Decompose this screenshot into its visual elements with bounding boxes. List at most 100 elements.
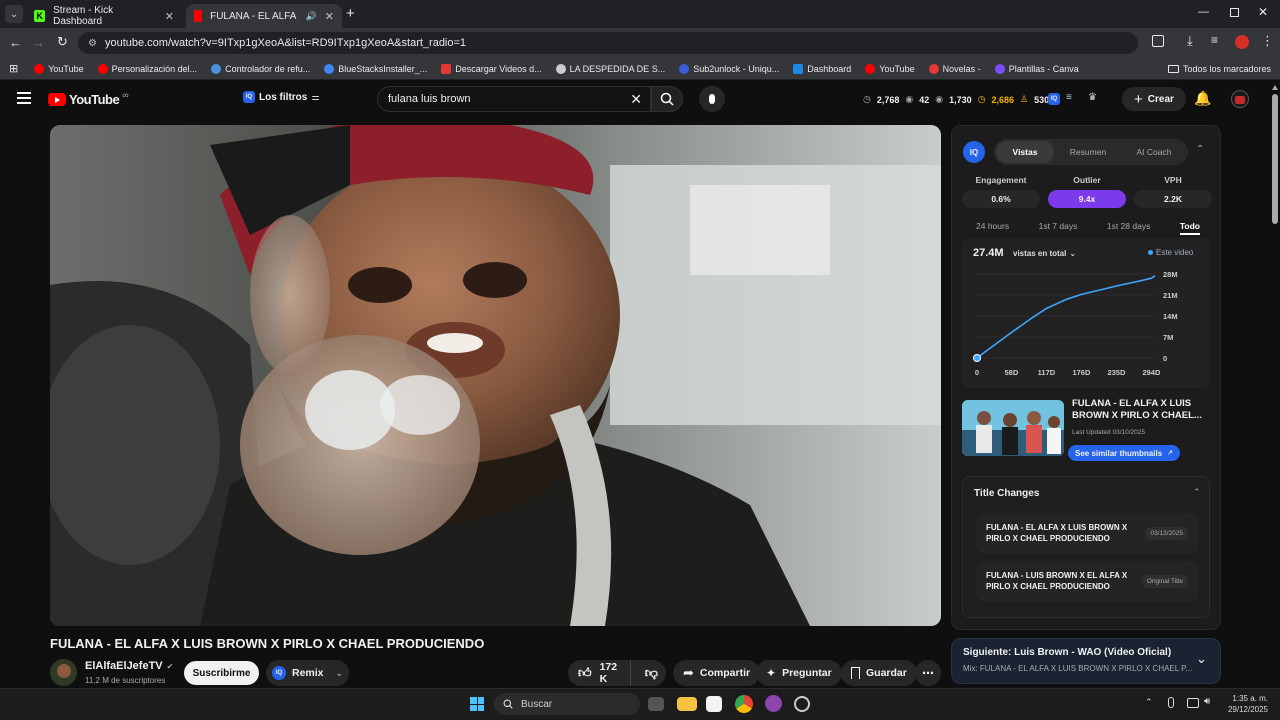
bookmark-novelas[interactable]: Novelas - [928,63,981,74]
next-video-card[interactable]: Siguiente: Luis Brown - WAO (Video Ofici… [951,638,1221,684]
more-actions-button[interactable]: ⋯ [915,660,941,686]
bookmark-personalizacion[interactable]: Personalización del... [97,63,198,74]
clear-search-icon[interactable]: ✕ [630,91,642,108]
bookmark-controlador[interactable]: Controlador de refu... [211,63,310,74]
url-bar[interactable]: ⚙ youtube.com/watch?v=9ITxp1gXeoA&list=R… [78,32,1138,54]
bookmark-canva[interactable]: Plantillas - Canva [994,63,1079,74]
network-icon[interactable] [1187,698,1199,708]
ask-button[interactable]: ✦ Preguntar [756,660,842,686]
tab-resumen[interactable]: Resumen [1054,141,1122,163]
bookmark-favicon [679,63,690,74]
search-button[interactable] [651,86,683,112]
task-view-icon[interactable] [648,697,664,711]
vidiq-badge-icon: IQ [272,666,286,680]
collapse-chevron-icon[interactable]: ⌃ [1196,144,1204,155]
forward-icon[interactable]: → [32,35,45,50]
restore-button[interactable] [1230,8,1239,17]
range-todo[interactable]: Todo [1179,221,1200,235]
collapse-chevron-icon[interactable]: ⌃ [1193,487,1201,498]
store-icon[interactable] [706,696,722,712]
remix-button[interactable]: IQ Remix ⌄ [266,660,350,686]
range-24h[interactable]: 24 hours [962,221,1009,235]
like-button[interactable]: 👍︎ 172 K [568,660,631,686]
search-input[interactable]: fulana luis brown ✕ [377,86,651,112]
voice-search-button[interactable] [699,86,725,112]
vidiq-toolbar-icon[interactable]: IQ [1048,93,1060,105]
minimize-button[interactable]: — [1198,6,1209,18]
channel-avatar[interactable] [50,659,77,686]
create-label: Crear [1147,93,1174,105]
download-icon[interactable]: ⤓ [1187,33,1193,49]
windows-start-icon[interactable] [470,697,484,711]
microphone-icon[interactable] [1168,697,1174,708]
bookmark-label: Personalización del... [111,63,198,74]
subscribe-button[interactable]: Suscribirme [184,661,259,685]
trophy-icon[interactable]: ♛ [1088,92,1097,103]
x-tick-label: 0 [975,368,979,377]
clock[interactable]: 1:35 a. m. 29/12/2025 [1222,693,1268,715]
back-icon[interactable]: ← [9,35,22,50]
extensions-icon[interactable] [1152,35,1164,47]
bookmark-bluestacks[interactable]: BlueStacksInstaller_... [324,63,427,74]
list-icon[interactable]: ≡ [1066,92,1072,103]
bookmark-dashboard[interactable]: Dashboard [793,63,851,74]
volume-icon[interactable]: 🔊︎ [1204,696,1210,707]
close-icon[interactable]: ✕ [165,10,174,23]
bookmark-sub2unlock[interactable]: Sub2unlock - Uniqu... [679,63,779,74]
y-tick-label: 28M [1163,270,1178,279]
filters-button[interactable]: IQ Los filtros ⚌ [243,91,319,103]
scrollbar-up-arrow[interactable] [1272,85,1278,90]
share-button[interactable]: ➦ Compartir [673,660,761,686]
chevron-down-icon[interactable]: ⌄ [1196,651,1207,667]
bookmark-youtube-2[interactable]: YouTube [865,63,915,74]
site-info-icon[interactable]: ⚙ [88,38,97,49]
similar-thumbnails-button[interactable]: See similar thumbnails ↗ [1068,445,1181,461]
all-bookmarks[interactable]: Todos los marcadores [1167,64,1271,74]
game-app-icon[interactable] [794,696,810,712]
tab-vistas[interactable]: Vistas [996,141,1054,163]
youtube-logo[interactable]: YouTube ∞ [48,90,129,107]
account-avatar[interactable] [1231,90,1249,108]
taskbar-search[interactable]: Buscar [494,693,640,715]
close-window-button[interactable]: ✕ [1258,5,1268,19]
bookmark-youtube[interactable]: YouTube [34,63,84,74]
tab-search-button[interactable]: ⌄ [5,5,23,23]
tab-youtube-video[interactable]: FULANA - EL ALFA X LUIS B 🔊 ✕ [186,4,342,28]
chart-card: 27.4M vistas en total ⌄ Este video 28M 21… [962,238,1210,388]
close-icon[interactable]: ✕ [325,10,334,23]
apps-grid-icon[interactable]: ⊞ [9,62,18,75]
bookmark-descargar[interactable]: Descargar Videos d... [441,63,542,74]
range-7d[interactable]: 1st 7 days [1039,221,1078,235]
more-horizontal-icon: ⋯ [922,666,934,680]
media-icon[interactable]: ≡ [1211,33,1218,47]
video-player[interactable] [50,125,941,626]
profile-avatar[interactable] [1235,35,1249,49]
hamburger-menu-icon[interactable] [17,92,31,104]
tray-overflow-icon[interactable]: ⌃ [1145,697,1153,708]
youtube-play-icon [48,93,66,106]
reload-icon[interactable]: ↻ [57,34,68,50]
page-scrollbar[interactable] [1270,82,1280,688]
notifications-bell-icon[interactable]: 🔔 [1194,90,1211,107]
plus-icon: + [1134,90,1143,108]
title-change-text: FULANA - LUIS BROWN X EL ALFA X PIRLO X … [986,571,1128,591]
speaker-icon[interactable]: 🔊 [306,11,317,22]
bookmark-label: Plantillas - Canva [1008,63,1079,74]
range-28d[interactable]: 1st 28 days [1107,221,1150,235]
tab-kick-dashboard[interactable]: K Stream - Kick Dashboard ✕ [26,4,182,28]
file-explorer-icon[interactable] [677,697,697,711]
windows-logo-pane [470,704,477,711]
new-tab-button[interactable]: + [346,6,355,21]
chat-app-icon[interactable] [765,695,782,712]
create-button[interactable]: + Crear [1122,87,1186,111]
channel-name[interactable]: ElAlfaElJefeTV ✔ [85,660,173,672]
thumbnail-image[interactable] [962,400,1064,456]
scrollbar-thumb[interactable] [1272,94,1278,224]
tab-ai-coach[interactable]: AI Coach [1122,141,1186,163]
dislike-button[interactable]: 👎︎ [637,660,666,686]
save-button[interactable]: Guardar [841,660,917,686]
bookmark-despedida[interactable]: LA DESPEDIDA DE S... [555,63,665,74]
menu-kebab-icon[interactable]: ⋮ [1261,33,1274,49]
tab-title: Stream - Kick Dashboard [53,5,114,27]
chrome-icon[interactable] [735,695,753,713]
